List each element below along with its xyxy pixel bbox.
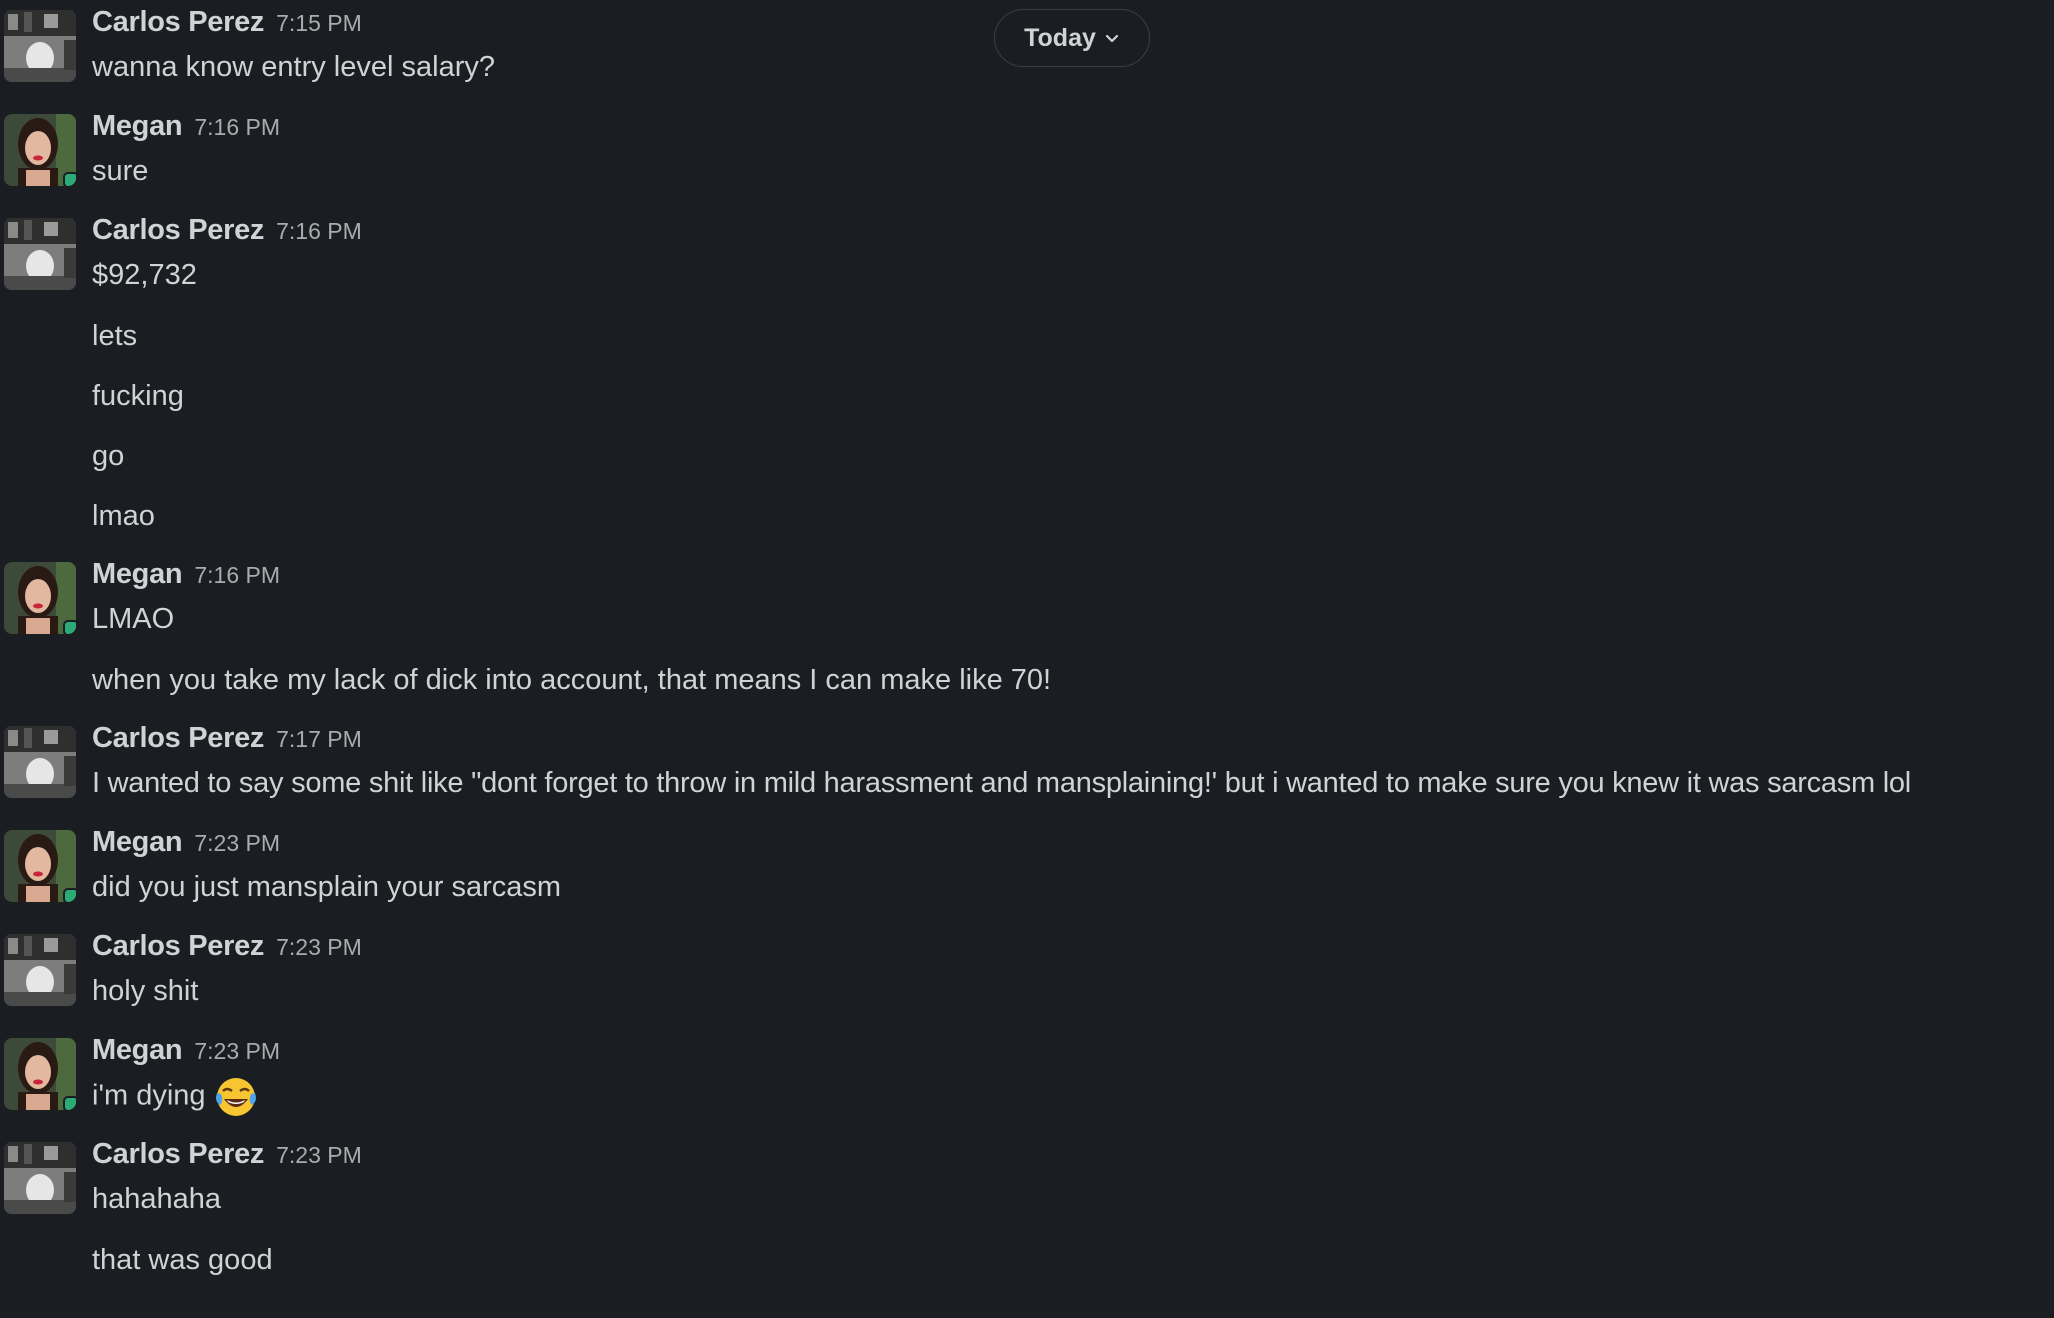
timestamp[interactable]: 7:16 PM	[194, 114, 280, 140]
date-divider-label: Today	[1024, 23, 1096, 52]
message-text: hahahaha	[92, 1183, 222, 1215]
timestamp[interactable]: 7:23 PM	[194, 830, 280, 856]
timestamp[interactable]: 7:23 PM	[194, 1038, 280, 1064]
message-header: Carlos Perez 7:16 PM	[92, 214, 362, 247]
author-name[interactable]: Megan	[92, 558, 183, 590]
message-text: wanna know entry level salary?	[92, 51, 495, 83]
author-name[interactable]: Megan	[92, 826, 183, 858]
message-text: i'm dying	[92, 1079, 206, 1112]
timestamp[interactable]: 7:16 PM	[194, 562, 280, 588]
timestamp[interactable]: 7:16 PM	[276, 218, 362, 244]
message-text: holy shit	[92, 975, 199, 1007]
date-divider-button[interactable]: Today	[994, 9, 1150, 67]
author-name[interactable]: Megan	[92, 110, 183, 142]
author-name[interactable]: Carlos Perez	[92, 722, 264, 754]
message-text: I wanted to say some shit like "dont for…	[92, 767, 1911, 799]
avatar-megan[interactable]	[4, 562, 76, 634]
message-header: Carlos Perez 7:23 PM	[92, 1138, 362, 1171]
tears-of-joy-emoji[interactable]	[214, 1075, 258, 1119]
timestamp[interactable]: 7:23 PM	[276, 934, 362, 960]
message-text: go	[92, 440, 125, 472]
message-header: Carlos Perez 7:23 PM	[92, 930, 362, 963]
message-text: did you just mansplain your sarcasm	[92, 871, 562, 903]
author-name[interactable]: Megan	[92, 1034, 183, 1066]
presence-indicator	[65, 890, 76, 902]
chevron-down-icon	[1105, 34, 1118, 43]
presence-indicator	[65, 174, 76, 186]
avatar-carlos-perez[interactable]	[4, 1142, 76, 1214]
message-header: Megan 7:23 PM	[92, 1034, 280, 1067]
message-header: Megan 7:16 PM	[92, 558, 280, 591]
message-text: LMAO	[92, 603, 175, 635]
message-text: lmao	[92, 500, 155, 532]
avatar-megan[interactable]	[4, 114, 76, 186]
message-text: when you take my lack of dick into accou…	[92, 664, 1052, 696]
message-text: lets	[92, 320, 138, 352]
author-name[interactable]: Carlos Perez	[92, 930, 264, 962]
timestamp[interactable]: 7:15 PM	[276, 10, 362, 36]
message-text: $92,732	[92, 259, 197, 291]
author-name[interactable]: Carlos Perez	[92, 214, 264, 246]
message-header: Megan 7:16 PM	[92, 110, 280, 143]
message-text: that was good	[92, 1244, 273, 1276]
avatar-megan[interactable]	[4, 830, 76, 902]
message-text: sure	[92, 155, 149, 187]
message-text: fucking	[92, 380, 184, 412]
author-name[interactable]: Carlos Perez	[92, 6, 264, 38]
author-name[interactable]: Carlos Perez	[92, 1138, 264, 1170]
message-header: Carlos Perez 7:15 PM	[92, 6, 362, 39]
message-header: Carlos Perez 7:17 PM	[92, 722, 362, 755]
message-header: Megan 7:23 PM	[92, 826, 280, 859]
timestamp[interactable]: 7:23 PM	[276, 1142, 362, 1168]
presence-indicator	[65, 1098, 76, 1110]
presence-indicator	[65, 622, 76, 634]
timestamp[interactable]: 7:17 PM	[276, 726, 362, 752]
message-line: i'm dying	[92, 1075, 258, 1119]
avatar-megan[interactable]	[4, 1038, 76, 1110]
avatar-carlos-perez[interactable]	[4, 10, 76, 82]
avatar-carlos-perez[interactable]	[4, 218, 76, 290]
avatar-carlos-perez[interactable]	[4, 934, 76, 1006]
avatar-carlos-perez[interactable]	[4, 726, 76, 798]
